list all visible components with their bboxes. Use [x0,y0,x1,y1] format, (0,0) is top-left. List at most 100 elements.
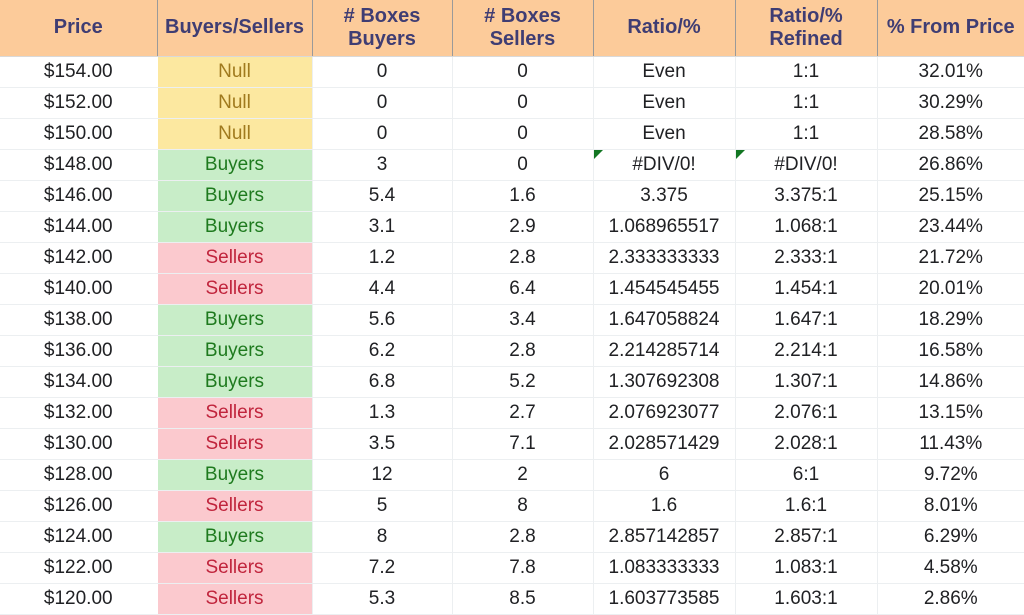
cell-frompct[interactable]: 21.72% [877,242,1024,274]
cell-frompct[interactable]: 6.29% [877,521,1024,553]
cell-boxbuy[interactable]: 0 [312,56,453,88]
cell-price[interactable]: $140.00 [0,273,158,305]
cell-boxsell[interactable]: 0 [452,56,594,88]
cell-boxbuy[interactable]: 0 [312,118,453,150]
column-header-price[interactable]: Price [0,0,158,57]
cell-boxsell[interactable]: 8.5 [452,583,594,615]
cell-ratio[interactable]: 2.857142857 [593,521,736,553]
cell-buyers-sellers[interactable]: Buyers [157,149,313,181]
cell-boxsell[interactable]: 2.9 [452,211,594,243]
cell-boxbuy[interactable]: 3 [312,149,453,181]
cell-ratioref[interactable]: 6:1 [735,459,878,491]
cell-buyers-sellers[interactable]: Null [157,87,313,119]
cell-ratio[interactable]: 1.083333333 [593,552,736,584]
cell-buyers-sellers[interactable]: Sellers [157,552,313,584]
cell-boxsell[interactable]: 2.8 [452,242,594,274]
cell-boxbuy[interactable]: 4.4 [312,273,453,305]
cell-frompct[interactable]: 23.44% [877,211,1024,243]
cell-frompct[interactable]: 8.01% [877,490,1024,522]
cell-ratioref[interactable]: 2.076:1 [735,397,878,429]
cell-price[interactable]: $146.00 [0,180,158,212]
cell-ratioref[interactable]: #DIV/0! [735,149,878,181]
cell-price[interactable]: $132.00 [0,397,158,429]
cell-boxbuy[interactable]: 5.4 [312,180,453,212]
cell-ratioref[interactable]: 1.647:1 [735,304,878,336]
cell-ratio[interactable]: Even [593,56,736,88]
cell-price[interactable]: $144.00 [0,211,158,243]
cell-ratioref[interactable]: 1.454:1 [735,273,878,305]
cell-buyers-sellers[interactable]: Buyers [157,304,313,336]
cell-ratio[interactable]: 1.454545455 [593,273,736,305]
cell-buyers-sellers[interactable]: Buyers [157,521,313,553]
cell-ratio[interactable]: Even [593,118,736,150]
cell-frompct[interactable]: 14.86% [877,366,1024,398]
column-header-boxes-sellers[interactable]: # Boxes Sellers [452,0,594,57]
cell-ratio[interactable]: 2.333333333 [593,242,736,274]
cell-frompct[interactable]: 2.86% [877,583,1024,615]
cell-frompct[interactable]: 4.58% [877,552,1024,584]
cell-frompct[interactable]: 25.15% [877,180,1024,212]
cell-ratio[interactable]: 3.375 [593,180,736,212]
cell-ratio[interactable]: 1.603773585 [593,583,736,615]
cell-boxbuy[interactable]: 7.2 [312,552,453,584]
cell-ratioref[interactable]: 1.307:1 [735,366,878,398]
cell-ratioref[interactable]: 1.068:1 [735,211,878,243]
cell-price[interactable]: $126.00 [0,490,158,522]
cell-boxsell[interactable]: 6.4 [452,273,594,305]
cell-boxsell[interactable]: 1.6 [452,180,594,212]
cell-boxbuy[interactable]: 1.2 [312,242,453,274]
cell-ratio[interactable]: 1.647058824 [593,304,736,336]
cell-boxbuy[interactable]: 5 [312,490,453,522]
cell-buyers-sellers[interactable]: Buyers [157,459,313,491]
cell-ratioref[interactable]: 2.214:1 [735,335,878,367]
cell-ratio[interactable]: 2.214285714 [593,335,736,367]
cell-boxbuy[interactable]: 12 [312,459,453,491]
cell-frompct[interactable]: 26.86% [877,149,1024,181]
cell-boxsell[interactable]: 3.4 [452,304,594,336]
cell-frompct[interactable]: 32.01% [877,56,1024,88]
cell-ratio[interactable]: #DIV/0! [593,149,736,181]
cell-ratioref[interactable]: 1:1 [735,118,878,150]
cell-boxbuy[interactable]: 1.3 [312,397,453,429]
cell-price[interactable]: $138.00 [0,304,158,336]
cell-ratio[interactable]: 1.6 [593,490,736,522]
cell-boxbuy[interactable]: 5.6 [312,304,453,336]
cell-boxbuy[interactable]: 3.1 [312,211,453,243]
cell-price[interactable]: $124.00 [0,521,158,553]
cell-price[interactable]: $122.00 [0,552,158,584]
cell-buyers-sellers[interactable]: Sellers [157,273,313,305]
cell-boxsell[interactable]: 2.8 [452,335,594,367]
cell-boxsell[interactable]: 7.8 [452,552,594,584]
column-header-pct-from-price[interactable]: % From Price [877,0,1024,57]
cell-ratio[interactable]: Even [593,87,736,119]
cell-price[interactable]: $142.00 [0,242,158,274]
cell-buyers-sellers[interactable]: Null [157,118,313,150]
cell-buyers-sellers[interactable]: Buyers [157,366,313,398]
cell-frompct[interactable]: 30.29% [877,87,1024,119]
cell-buyers-sellers[interactable]: Sellers [157,242,313,274]
cell-ratioref[interactable]: 1:1 [735,87,878,119]
cell-buyers-sellers[interactable]: Buyers [157,211,313,243]
cell-boxbuy[interactable]: 5.3 [312,583,453,615]
column-header-boxes-buyers[interactable]: # Boxes Buyers [312,0,453,57]
cell-boxsell[interactable]: 5.2 [452,366,594,398]
column-header-buyers-sellers[interactable]: Buyers/Sellers [157,0,313,57]
cell-boxbuy[interactable]: 6.8 [312,366,453,398]
cell-ratioref[interactable]: 1.603:1 [735,583,878,615]
cell-ratio[interactable]: 2.076923077 [593,397,736,429]
column-header-ratio-refined[interactable]: Ratio/% Refined [735,0,878,57]
cell-boxsell[interactable]: 0 [452,87,594,119]
cell-frompct[interactable]: 28.58% [877,118,1024,150]
column-header-ratio[interactable]: Ratio/% [593,0,736,57]
cell-price[interactable]: $154.00 [0,56,158,88]
cell-buyers-sellers[interactable]: Sellers [157,490,313,522]
cell-boxbuy[interactable]: 0 [312,87,453,119]
cell-frompct[interactable]: 13.15% [877,397,1024,429]
cell-frompct[interactable]: 11.43% [877,428,1024,460]
cell-boxsell[interactable]: 0 [452,149,594,181]
cell-ratioref[interactable]: 2.333:1 [735,242,878,274]
cell-boxbuy[interactable]: 3.5 [312,428,453,460]
cell-ratioref[interactable]: 2.028:1 [735,428,878,460]
cell-boxbuy[interactable]: 6.2 [312,335,453,367]
cell-buyers-sellers[interactable]: Sellers [157,397,313,429]
